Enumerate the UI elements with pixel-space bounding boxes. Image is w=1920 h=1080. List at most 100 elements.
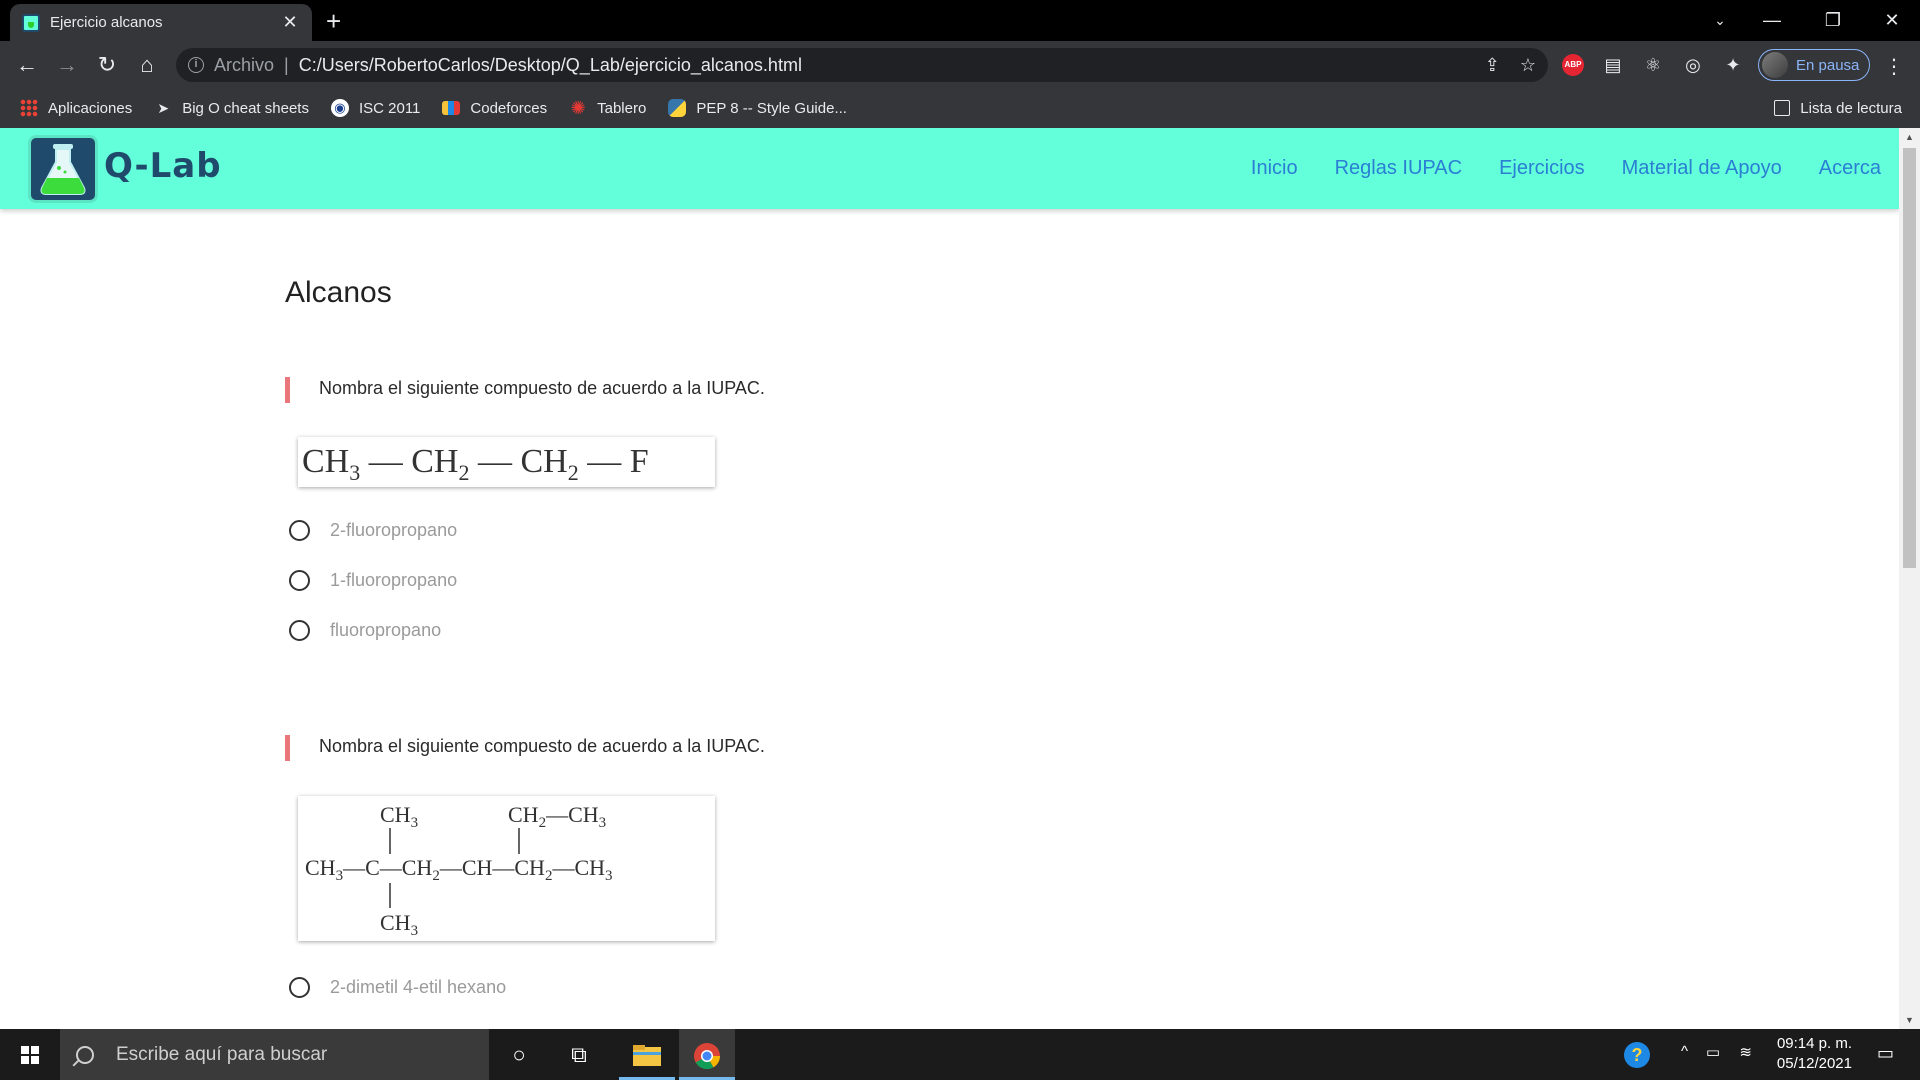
address-scheme: Archivo	[214, 54, 275, 75]
answer-option[interactable]: 2-fluoropropano	[289, 520, 457, 541]
avatar	[1762, 52, 1788, 78]
bookmark-tablero[interactable]: ✺ Tablero	[569, 98, 647, 118]
taskbar-search-input[interactable]: Escribe aquí para buscar	[60, 1029, 489, 1080]
back-arrow-icon[interactable]: ←	[11, 49, 43, 81]
bookmark-label: Big O cheat sheets	[182, 99, 309, 117]
share-icon[interactable]: ⇪	[1485, 55, 1500, 76]
chrome-taskbar-icon[interactable]	[679, 1029, 735, 1080]
profile-button[interactable]: En pausa	[1758, 49, 1870, 81]
gear-badge-icon: ✺	[570, 98, 586, 118]
notifications-icon[interactable]: ▭	[1877, 1043, 1894, 1064]
reading-list-label: Lista de lectura	[1800, 99, 1902, 117]
clock-date: 05/12/2021	[1776, 1055, 1852, 1072]
apps-grid-icon	[20, 99, 38, 117]
question-prompt: Nombra el siguiente compuesto de acuerdo…	[319, 378, 765, 398]
new-tab-button[interactable]: +	[326, 6, 341, 36]
restore-button[interactable]: ❐	[1813, 6, 1853, 34]
reading-list-button[interactable]: Lista de lectura	[1774, 88, 1902, 128]
nav-link-ejercicios[interactable]: Ejercicios	[1499, 157, 1585, 180]
wifi-icon[interactable]: ≋	[1739, 1043, 1752, 1061]
tab-search-icon[interactable]: ⌄	[1700, 6, 1740, 34]
bookmark-label: PEP 8 -- Style Guide...	[696, 99, 847, 117]
bookmark-star-icon[interactable]: ☆	[1520, 55, 1536, 76]
nav-link-acerca[interactable]: Acerca	[1819, 157, 1881, 180]
forward-arrow-icon[interactable]: →	[51, 49, 83, 81]
bookmark-label: Tablero	[597, 99, 647, 117]
answer-option[interactable]: fluoropropano	[289, 620, 441, 641]
answer-option[interactable]: 2-dimetil 4-etil hexano	[289, 977, 506, 998]
help-icon[interactable]: ?	[1624, 1042, 1650, 1068]
close-tab-icon[interactable]: ✕	[280, 12, 300, 33]
svg-text:CH3: CH3	[380, 802, 418, 831]
bookmark-flag-icon: ➤	[157, 100, 170, 116]
battery-icon[interactable]: ▭	[1706, 1043, 1720, 1061]
info-icon[interactable]: i	[188, 57, 204, 73]
search-placeholder: Escribe aquí para buscar	[116, 1043, 328, 1065]
reading-list-icon	[1774, 100, 1791, 116]
windows-start-icon[interactable]	[0, 1029, 60, 1080]
option-label: 2-dimetil 4-etil hexano	[330, 977, 507, 997]
home-icon[interactable]: ⌂	[131, 49, 163, 81]
bookmark-label: Aplicaciones	[48, 99, 133, 117]
document-extension-icon[interactable]: ▤	[1602, 54, 1624, 76]
react-devtools-icon[interactable]: ⚛	[1642, 54, 1664, 76]
site-nav-links: Inicio Reglas IUPAC Ejercicios Material …	[1251, 128, 1881, 209]
address-separator: |	[284, 54, 289, 75]
cortana-icon[interactable]: ○	[491, 1029, 547, 1080]
chevron-up-icon[interactable]: ^	[1681, 1043, 1688, 1060]
browser-tab[interactable]: Ejercicio alcanos ✕	[10, 4, 312, 41]
page-title: Alcanos	[285, 276, 392, 309]
bookmark-aplicaciones[interactable]: Aplicaciones	[20, 99, 132, 117]
profile-label: En pausa	[1796, 56, 1860, 74]
search-icon	[76, 1045, 94, 1064]
svg-text:CH3 — CH2 — CH2 — F: CH3 — CH2 — CH2 — F	[302, 443, 649, 485]
radio-button[interactable]	[289, 570, 310, 591]
bookmarks-bar: Aplicaciones ➤ Big O cheat sheets ◉ ISC …	[0, 88, 1920, 128]
option-label: 1-fluoropropano	[330, 570, 458, 590]
bookmark-big-o[interactable]: ➤ Big O cheat sheets	[154, 99, 309, 117]
system-clock[interactable]: 09:14 p. m. 05/12/2021	[1777, 1034, 1852, 1074]
svg-text:CH3: CH3	[380, 910, 418, 939]
radio-button[interactable]	[289, 520, 310, 541]
page-viewport: Q-Lab Inicio Reglas IUPAC Ejercicios Mat…	[0, 128, 1899, 1029]
bookmark-codeforces[interactable]: Codeforces	[442, 100, 547, 117]
svg-text:CH3—C—CH2—CH—CH2—CH3: CH3—C—CH2—CH—CH2—CH3	[305, 855, 613, 884]
radio-button[interactable]	[289, 620, 310, 641]
site-navbar: Q-Lab Inicio Reglas IUPAC Ejercicios Mat…	[0, 128, 1899, 209]
nav-link-inicio[interactable]: Inicio	[1251, 157, 1298, 180]
tab-strip: Ejercicio alcanos ✕ + ⌄ — ❐ ✕	[0, 0, 1920, 41]
bookmark-label: ISC 2011	[358, 99, 421, 117]
target-extension-icon[interactable]: ◎	[1682, 54, 1704, 76]
page-scrollbar[interactable]: ▲ ▼	[1899, 128, 1920, 1029]
reload-icon[interactable]: ↻	[91, 49, 123, 81]
question-accent-bar	[285, 735, 290, 761]
more-menu-icon[interactable]: ⋮	[1884, 54, 1904, 79]
adblock-extension-icon[interactable]: ABP	[1562, 54, 1584, 76]
minimize-button[interactable]: —	[1752, 6, 1792, 34]
answer-option[interactable]: 1-fluoropropano	[289, 570, 457, 591]
clock-time: 09:14 p. m.	[1776, 1035, 1852, 1052]
flask-logo-icon[interactable]	[28, 135, 98, 203]
scrollbar-thumb[interactable]	[1903, 148, 1916, 568]
site-logo-text[interactable]: Q-Lab	[104, 146, 222, 186]
globe-icon: ◉	[330, 99, 349, 117]
address-bar[interactable]: i Archivo | C:/Users/RobertoCarlos/Deskt…	[176, 48, 1548, 82]
address-url[interactable]: C:/Users/RobertoCarlos/Desktop/Q_Lab/eje…	[299, 55, 802, 76]
scroll-up-arrow-icon[interactable]: ▲	[1899, 132, 1920, 142]
option-label: fluoropropano	[330, 620, 442, 640]
python-icon	[668, 99, 687, 117]
nav-link-material-de-apoyo[interactable]: Material de Apoyo	[1622, 157, 1782, 180]
bookmark-isc-2011[interactable]: ◉ ISC 2011	[330, 99, 421, 117]
bookmark-pep8[interactable]: PEP 8 -- Style Guide...	[668, 99, 847, 117]
extensions-puzzle-icon[interactable]: ✦	[1722, 54, 1744, 76]
codeforces-icon	[442, 101, 461, 115]
file-explorer-icon[interactable]	[619, 1029, 675, 1080]
question-accent-bar	[285, 377, 290, 403]
formula-image-2: CH3 CH2—CH3 CH3—C—CH2—CH—CH2—CH3 CH3	[298, 796, 715, 941]
flask-favicon-icon	[22, 13, 40, 32]
scroll-down-arrow-icon[interactable]: ▼	[1899, 1015, 1920, 1025]
task-view-icon[interactable]: ⧉	[551, 1029, 607, 1080]
close-window-button[interactable]: ✕	[1872, 6, 1912, 34]
nav-link-reglas-iupac[interactable]: Reglas IUPAC	[1335, 157, 1462, 180]
radio-button[interactable]	[289, 977, 310, 998]
